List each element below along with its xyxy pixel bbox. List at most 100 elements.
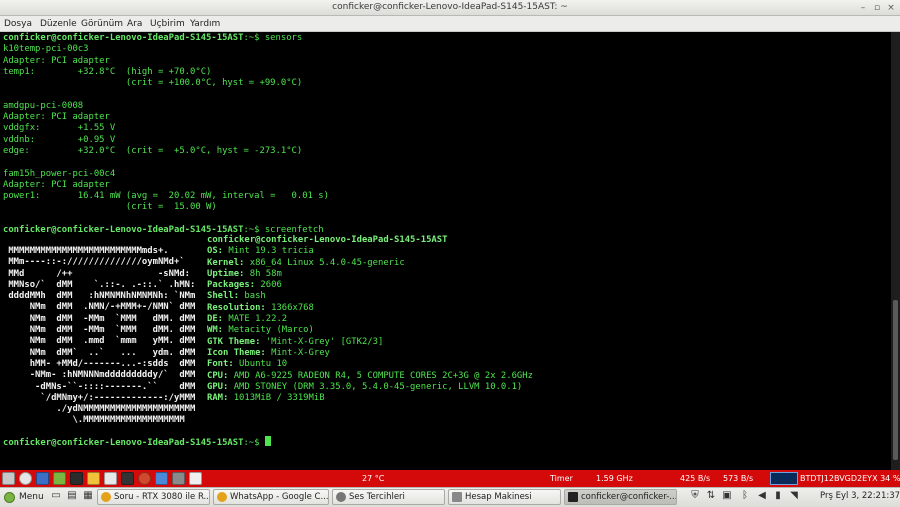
- output-line: fam15h_power-pci-00c4: [3, 168, 116, 179]
- calculator-icon[interactable]: [172, 472, 185, 485]
- text-editor-icon[interactable]: [104, 472, 117, 485]
- task-soru-rtx[interactable]: Soru - RTX 3080 ile R...: [97, 489, 210, 505]
- logo-line: MMMMMMMMMMMMMMMMMMMMMMMMMmds+.: [3, 246, 169, 256]
- task-calculator[interactable]: Hesap Makinesi: [448, 489, 561, 505]
- mint-ascii-logo: MMMMMMMMMMMMMMMMMMMMMMMMMmds+. MMm----::…: [3, 246, 195, 427]
- info-cpu: CPU: AMD A6-9225 RADEON R4, 5 COMPUTE CO…: [207, 370, 533, 381]
- terminal-icon[interactable]: [70, 472, 83, 485]
- sound-icon: [336, 492, 346, 502]
- clock[interactable]: Prş Eyl 3, 22:21:37: [820, 491, 900, 501]
- output-line: amdgpu-pci-0008: [3, 100, 84, 111]
- timer-label[interactable]: Timer: [550, 474, 573, 483]
- menu-button[interactable]: Menu: [3, 489, 44, 505]
- output-line: power1: 16.41 mW (avg = 20.02 mW, interv…: [3, 191, 329, 202]
- logo-line: NMm dMM .NMN/-+MMM+-/NMN` dMM: [3, 302, 196, 313]
- info-os: OS: Mint 19.3 tricia: [207, 246, 314, 257]
- scrollbar-thumb[interactable]: [893, 300, 898, 460]
- info-gtk-theme: GTK Theme: 'Mint-X-Grey' [GTK2/3]: [207, 336, 384, 347]
- info-ram: RAM: 1013MiB / 3319MiB: [207, 393, 325, 404]
- file-manager-icon[interactable]: ▤: [66, 490, 78, 502]
- photo-viewer-icon[interactable]: [155, 472, 168, 485]
- output-line: k10temp-pci-00c3: [3, 44, 89, 55]
- output-line: Adapter: PCI adapter: [3, 179, 110, 190]
- menu-help[interactable]: Yardım: [190, 19, 220, 29]
- mint-logo-icon: [4, 492, 15, 503]
- logo-line: \.MMMMMMMMMMMMMMMMMMM: [3, 415, 185, 426]
- prompt-line-current[interactable]: conficker@conficker-Lenovo-IdeaPad-S145-…: [3, 436, 271, 448]
- bluetooth-icon[interactable]: ᛒ: [739, 490, 751, 502]
- window-titlebar[interactable]: conficker@conficker-Lenovo-IdeaPad-S145-…: [0, 0, 900, 16]
- terminal-icon: [568, 492, 578, 502]
- logo-line: -NMm- :hNMNNNmdddddddddy/` dMM: [3, 370, 196, 381]
- network-graph: [770, 472, 798, 485]
- top-panel: [0, 470, 900, 487]
- cpu-frequency: 1.59 GHz: [596, 474, 633, 483]
- info-icon-theme: Icon Theme: Mint-X-Grey: [207, 347, 330, 358]
- system-monitor-icon[interactable]: [121, 472, 134, 485]
- text-editor-icon[interactable]: ▦: [82, 490, 94, 502]
- info-gpu: GPU: AMD STONEY (DRM 3.35.0, 5.4.0-45-ge…: [207, 381, 523, 392]
- menu-terminal[interactable]: Uçbirim: [150, 19, 185, 29]
- network-icon[interactable]: ⇅: [705, 490, 717, 502]
- logo-line: `/dMNmy+/:-------------:/yMMM: [3, 392, 196, 403]
- logo-line: MMNso/` dMM `.::-. .-::.` .hMN:: [3, 279, 196, 290]
- firefox-icon[interactable]: [138, 472, 151, 485]
- info-resolution: Resolution: 1366x768: [207, 302, 314, 313]
- menu-search[interactable]: Ara: [127, 19, 142, 29]
- window-title: conficker@conficker-Lenovo-IdeaPad-S145-…: [332, 2, 568, 12]
- menu-file[interactable]: Dosya: [4, 19, 32, 29]
- output-line: temp1: +32.8°C (high = +70.0°C): [3, 66, 212, 77]
- info-shell: Shell: bash: [207, 291, 266, 302]
- net-upload-speed: 573 B/s: [723, 474, 754, 483]
- task-whatsapp[interactable]: WhatsApp - Google C...: [213, 489, 329, 505]
- logo-line: ddddMMh dMM :hNMNMNhNMNMNh: `NMm: [3, 291, 196, 302]
- show-desktop-icon[interactable]: ▭: [50, 490, 62, 502]
- info-packages: Packages: 2606: [207, 280, 282, 291]
- prompt-line-sensors: conficker@conficker-Lenovo-IdeaPad-S145-…: [3, 33, 303, 43]
- chrome-icon: [101, 492, 111, 502]
- task-sound-preferences[interactable]: Ses Tercihleri: [332, 489, 445, 505]
- close-button[interactable]: ×: [886, 3, 896, 13]
- menu-edit[interactable]: Düzenle: [40, 19, 77, 29]
- output-line: (crit = +100.0°C, hyst = +99.0°C): [3, 78, 303, 89]
- folder-icon[interactable]: [87, 472, 100, 485]
- screenfetch-header: conficker@conficker-Lenovo-IdeaPad-S145-…: [207, 235, 448, 245]
- wifi-ssid: BTDTJ12BVGD2EYX 34 %: [800, 474, 900, 483]
- clipboard-icon[interactable]: ▣: [721, 490, 733, 502]
- battery-icon[interactable]: ▮: [772, 490, 784, 502]
- output-line: edge: +32.0°C (crit = +5.0°C, hyst = -27…: [3, 145, 303, 156]
- info-de: DE: MATE 1.22.2: [207, 314, 288, 325]
- menubar: Dosya Düzenle Görünüm Ara Uçbirim Yardım: [0, 16, 900, 32]
- document-viewer-icon[interactable]: [189, 472, 202, 485]
- menu-view[interactable]: Görünüm: [81, 19, 123, 29]
- minimize-button[interactable]: –: [858, 3, 868, 13]
- show-desktop-icon[interactable]: [2, 472, 15, 485]
- output-line: (crit = 15.00 W): [3, 202, 217, 213]
- output-line: Adapter: PCI adapter: [3, 112, 110, 123]
- logo-line: hMM- +MMd/-------...-:sdds dMM: [3, 358, 196, 369]
- logo-line: NMm dMM .mmd `mmm yMM. dMM: [3, 336, 196, 347]
- chrome-icon[interactable]: [19, 472, 32, 485]
- info-wm: WM: Metacity (Marco): [207, 325, 314, 336]
- temperature-readout: 27 °C: [362, 474, 385, 483]
- task-terminal[interactable]: conficker@conficker-...: [564, 489, 677, 505]
- text-cursor: [264, 436, 271, 446]
- logo-line: NMm dMM -MMm `MMM dMM. dMM: [3, 313, 196, 324]
- logo-line: ./ydNMMMMMMMMMMMMMMMMMMMMM: [3, 404, 196, 415]
- file-manager-icon[interactable]: [36, 472, 49, 485]
- logo-line: NMm dMM -MMm `MMM dMM. dMM: [3, 325, 196, 336]
- chrome-icon: [217, 492, 227, 502]
- output-line: vddgfx: +1.55 V: [3, 123, 116, 134]
- logo-line: NMm dMM` ..` ... ydm. dMM: [3, 347, 196, 358]
- calculator-icon: [452, 492, 462, 502]
- update-shield-icon[interactable]: ⛨: [689, 490, 701, 502]
- info-font: Font: Ubuntu 10: [207, 359, 288, 370]
- spotify-icon[interactable]: [53, 472, 66, 485]
- wifi-icon[interactable]: ◥: [788, 490, 800, 502]
- volume-icon[interactable]: ◀: [756, 490, 768, 502]
- maximize-button[interactable]: ▫: [872, 3, 882, 13]
- screenfetch-info: conficker@conficker-Lenovo-IdeaPad-S145-…: [207, 235, 533, 404]
